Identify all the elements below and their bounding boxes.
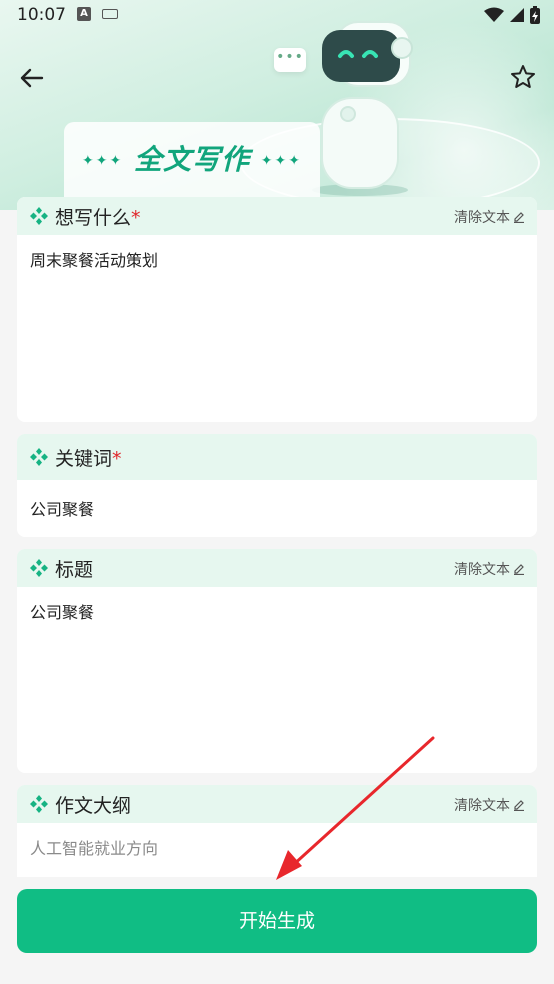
title-diamonds-right: ✦✦✦ xyxy=(260,153,302,169)
start-generate-button[interactable]: 开始生成 xyxy=(17,889,537,953)
pencil-icon xyxy=(514,800,524,811)
field-header: 关键词* xyxy=(17,434,537,480)
wifi-icon xyxy=(484,7,504,22)
clear-text-button[interactable]: 清除文本 xyxy=(454,795,525,815)
favorite-star-button[interactable] xyxy=(510,64,536,90)
green-diamond-cluster-icon xyxy=(30,448,48,466)
field-header: 标题 清除文本 xyxy=(17,549,537,587)
field-label: 作文大纲 xyxy=(55,795,132,817)
clear-text-label: 清除文本 xyxy=(454,798,510,814)
keyboard-icon xyxy=(102,9,118,19)
field-header: 作文大纲 清除文本 xyxy=(17,785,537,823)
clear-text-button[interactable]: 清除文本 xyxy=(454,207,525,227)
outline-input[interactable]: 人工智能就业方向 xyxy=(17,823,537,871)
clear-text-label: 清除文本 xyxy=(454,562,510,578)
battery-charging-icon xyxy=(530,6,540,24)
pencil-icon xyxy=(514,564,524,575)
clear-text-label: 清除文本 xyxy=(454,210,510,226)
green-diamond-cluster-icon xyxy=(30,795,48,813)
status-bar: 10:07 A xyxy=(0,0,554,32)
field-label: 想写什么* xyxy=(55,207,141,229)
field-label: 关键词* xyxy=(55,448,122,470)
field-label: 标题 xyxy=(55,559,94,581)
field-card-outline: 作文大纲 清除文本 人工智能就业方向 xyxy=(17,785,537,877)
status-time: 10:07 xyxy=(17,5,66,25)
field-card-keywords: 关键词* 公司聚餐 xyxy=(17,434,537,537)
field-card-topic: 想写什么* 清除文本 周末聚餐活动策划 xyxy=(17,197,537,422)
field-header: 想写什么* 清除文本 xyxy=(17,197,537,235)
topic-input[interactable]: 周末聚餐活动策划 xyxy=(17,235,537,283)
green-diamond-cluster-icon xyxy=(30,559,48,577)
pencil-icon xyxy=(514,212,524,223)
signal-icon xyxy=(510,8,524,22)
field-card-title: 标题 清除文本 公司聚餐 xyxy=(17,549,537,773)
title-card: ✦✦✦ 全文写作 ✦✦✦ xyxy=(64,122,320,200)
title-diamonds-left: ✦✦✦ xyxy=(82,153,124,169)
keywords-input[interactable]: 公司聚餐 xyxy=(17,480,537,532)
back-button[interactable] xyxy=(16,62,48,94)
title-input[interactable]: 公司聚餐 xyxy=(17,587,537,635)
notification-a-icon: A xyxy=(77,7,91,21)
clear-text-button[interactable]: 清除文本 xyxy=(454,559,525,579)
page-title: ✦✦✦ 全文写作 ✦✦✦ xyxy=(64,138,320,178)
page-title-text: 全文写作 xyxy=(133,143,250,176)
green-diamond-cluster-icon xyxy=(30,207,48,225)
